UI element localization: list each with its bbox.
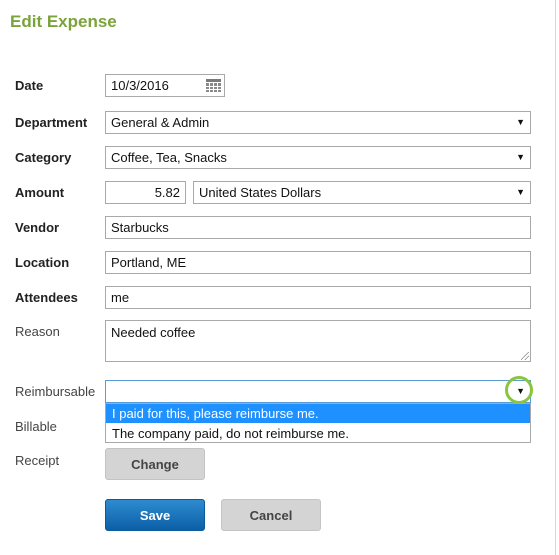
category-select[interactable]: Coffee, Tea, Snacks ▼ — [105, 146, 531, 169]
attendees-input[interactable]: me — [105, 286, 531, 309]
amount-input[interactable]: 5.82 — [105, 181, 186, 204]
reason-textarea[interactable]: Needed coffee — [105, 320, 531, 362]
department-label: Department — [15, 115, 88, 130]
location-label: Location — [15, 255, 70, 270]
category-value: Coffee, Tea, Snacks — [111, 150, 227, 165]
currency-select[interactable]: United States Dollars ▼ — [193, 181, 531, 204]
cancel-button[interactable]: Cancel — [221, 499, 321, 531]
reimbursable-select[interactable]: ▼ — [105, 380, 531, 403]
receipt-label: Receipt — [15, 453, 60, 468]
department-value: General & Admin — [111, 115, 210, 130]
date-value: 10/3/2016 — [111, 78, 169, 93]
resize-grip-icon[interactable] — [521, 352, 529, 360]
billable-label: Billable — [15, 419, 57, 434]
date-label: Date — [15, 78, 44, 93]
vendor-input[interactable]: Starbucks — [105, 216, 531, 239]
reason-label: Reason — [15, 324, 60, 339]
calendar-icon[interactable] — [206, 79, 221, 92]
department-select[interactable]: General & Admin ▼ — [105, 111, 531, 134]
amount-label: Amount — [15, 185, 65, 200]
reimbursable-dropdown-list: I paid for this, please reimburse me. Th… — [105, 403, 531, 443]
currency-value: United States Dollars — [199, 185, 322, 200]
page-title: Edit Expense — [10, 12, 117, 31]
vendor-label: Vendor — [15, 220, 60, 235]
dropdown-option-reimburse[interactable]: I paid for this, please reimburse me. — [106, 404, 530, 423]
highlight-circle — [505, 376, 533, 404]
location-input[interactable]: Portland, ME — [105, 251, 531, 274]
attendees-label: Attendees — [15, 290, 78, 305]
category-label: Category — [15, 150, 72, 165]
dropdown-option-company-paid[interactable]: The company paid, do not reimburse me. — [106, 424, 530, 443]
panel-edge — [555, 0, 556, 555]
save-button[interactable]: Save — [105, 499, 205, 531]
reason-value: Needed coffee — [111, 325, 196, 340]
chevron-down-icon: ▼ — [516, 187, 525, 197]
change-receipt-button[interactable]: Change — [105, 448, 205, 480]
chevron-down-icon: ▼ — [516, 117, 525, 127]
reimbursable-label: Reimbursable — [15, 384, 96, 399]
chevron-down-icon: ▼ — [516, 152, 525, 162]
date-field[interactable]: 10/3/2016 — [105, 74, 225, 97]
